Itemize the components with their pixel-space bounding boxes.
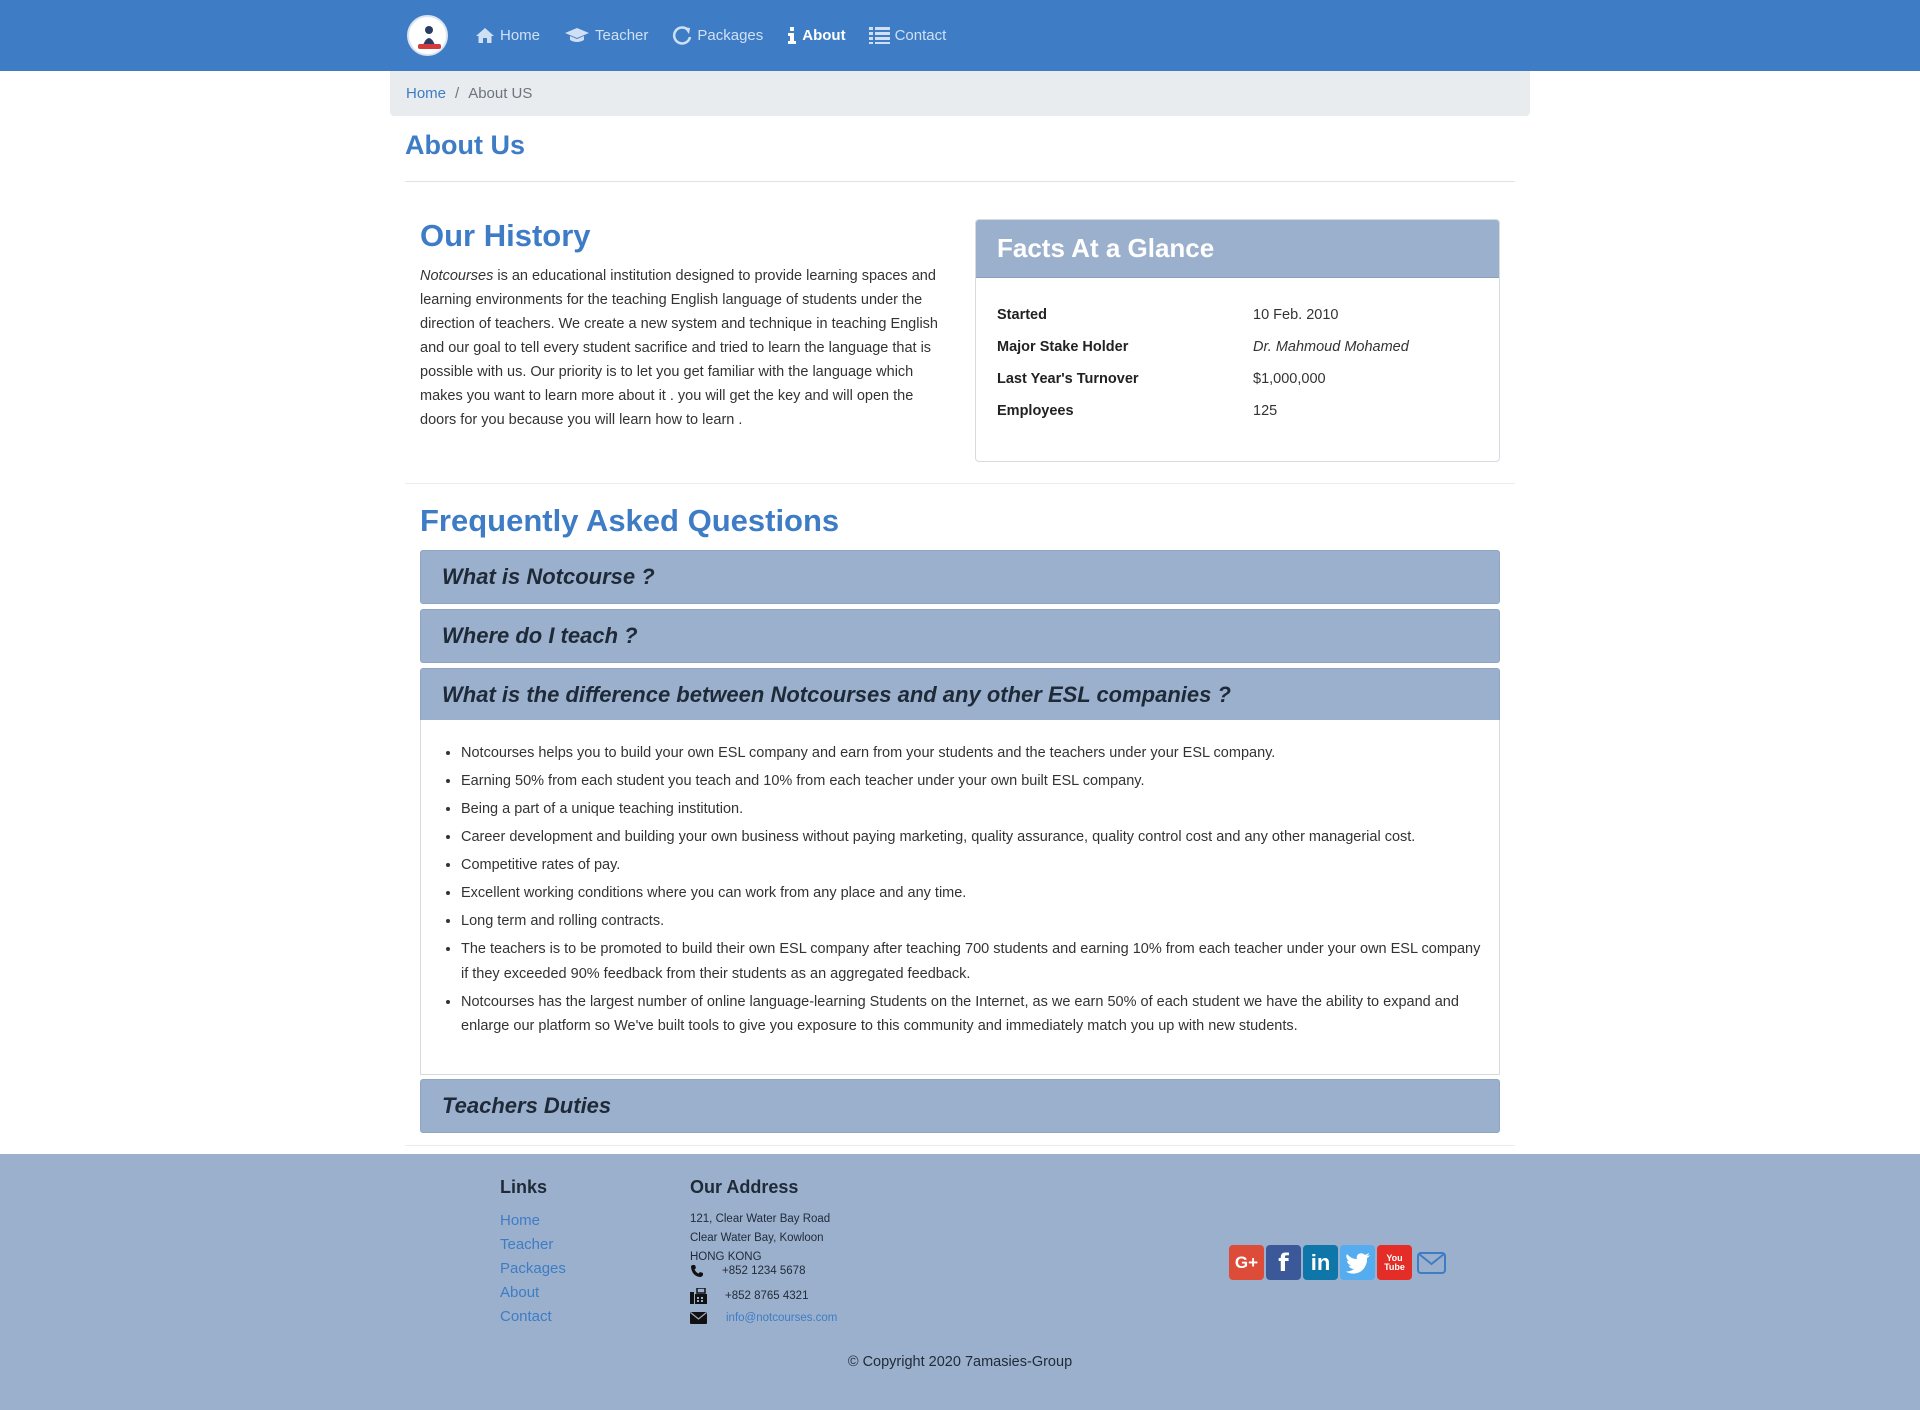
fact-row: Major Stake Holder Dr. Mahmoud Mohamed — [997, 331, 1477, 363]
nav-about[interactable]: About — [786, 26, 846, 46]
fact-label: Major Stake Holder — [997, 339, 1129, 355]
facts-card: Facts At a Glance Started 10 Feb. 2010 M… — [975, 219, 1500, 462]
fax-icon — [690, 1288, 725, 1304]
facts-table: Started 10 Feb. 2010 Major Stake Holder … — [997, 299, 1477, 427]
list-item: Notcourses helps you to build your own E… — [461, 741, 1486, 766]
twitter-icon[interactable] — [1340, 1245, 1375, 1280]
top-navbar: Home Teacher Packages About Contact — [0, 0, 1920, 71]
footer-link-home[interactable]: Home — [500, 1209, 566, 1233]
fact-value: 125 — [1253, 403, 1278, 419]
list-item: Long term and rolling contracts. — [461, 909, 1486, 934]
info-icon — [786, 26, 798, 46]
list-item: Being a part of a unique teaching instit… — [461, 797, 1486, 822]
envelope-icon — [690, 1312, 726, 1324]
list-item: Notcourses has the largest number of onl… — [461, 990, 1486, 1039]
mail-icon[interactable] — [1414, 1245, 1449, 1280]
phone-icon — [690, 1264, 722, 1278]
footer-link-about[interactable]: About — [500, 1281, 566, 1305]
footer-address-title: Our Address — [690, 1177, 799, 1197]
fact-row: Employees 125 — [997, 395, 1477, 427]
breadcrumb: Home / About US — [390, 71, 1530, 116]
nav-teacher[interactable]: Teacher — [563, 26, 648, 46]
youtube-icon[interactable]: You Tube — [1377, 1245, 1412, 1280]
nav-home[interactable]: Home — [474, 26, 540, 46]
faq-question-4[interactable]: Teachers Duties — [420, 1079, 1500, 1133]
footer-link-teacher[interactable]: Teacher — [500, 1233, 566, 1257]
footer-link-packages[interactable]: Packages — [500, 1257, 566, 1281]
fact-label: Last Year's Turnover — [997, 371, 1139, 387]
address-line: 121, Clear Water Bay Road — [690, 1213, 831, 1225]
faq-question-3[interactable]: What is the difference between Notcourse… — [420, 668, 1500, 722]
breadcrumb-current: About US — [468, 85, 533, 102]
fact-row: Last Year's Turnover $1,000,000 — [997, 363, 1477, 395]
breadcrumb-separator: / — [455, 85, 460, 102]
fact-value: $1,000,000 — [1253, 371, 1326, 387]
list-item: Excellent working conditions where you c… — [461, 881, 1486, 906]
history-brand: Notcourses — [420, 268, 494, 284]
page-title: About Us — [405, 130, 525, 160]
fact-value: 10 Feb. 2010 — [1253, 307, 1339, 323]
title-divider — [405, 181, 1515, 182]
home-icon — [474, 26, 496, 46]
footer-email-link[interactable]: info@notcourses.com — [726, 1312, 837, 1324]
faq-answer-list: Notcourses helps you to build your own E… — [461, 741, 1486, 1042]
history-text: Notcourses is an educational institution… — [420, 264, 945, 432]
google-plus-icon[interactable]: G+ — [1229, 1245, 1264, 1280]
fact-label: Started — [997, 307, 1047, 323]
list-icon — [869, 26, 891, 46]
footer-links: Home Teacher Packages About Contact — [500, 1209, 566, 1329]
footer-phone: +852 1234 5678 — [690, 1264, 805, 1278]
history-title: Our History — [420, 218, 591, 253]
fact-value: Dr. Mahmoud Mohamed — [1253, 339, 1409, 355]
list-item: Earning 50% from each student you teach … — [461, 769, 1486, 794]
nav-packages[interactable]: Packages — [671, 25, 763, 46]
breadcrumb-home-link[interactable]: Home — [406, 85, 446, 102]
list-item: The teachers is to be promoted to build … — [461, 937, 1486, 986]
address-line: Clear Water Bay, Kowloon — [690, 1232, 824, 1244]
footer-fax: +852 8765 4321 — [690, 1288, 808, 1304]
history-body: is an educational institution designed t… — [420, 268, 938, 428]
brand-logo[interactable] — [407, 15, 448, 56]
footer-address: 121, Clear Water Bay Road Clear Water Ba… — [690, 1210, 830, 1267]
fact-row: Started 10 Feb. 2010 — [997, 299, 1477, 331]
facts-title: Facts At a Glance — [976, 220, 1499, 278]
copyright: © Copyright 2020 7amasies-Group — [847, 1354, 1073, 1370]
faq-title: Frequently Asked Questions — [420, 503, 840, 538]
linkedin-icon[interactable]: in — [1303, 1245, 1338, 1280]
fact-label: Employees — [997, 403, 1074, 419]
footer-link-contact[interactable]: Contact — [500, 1305, 566, 1329]
graduation-cap-icon — [563, 26, 591, 46]
faq-question-1[interactable]: What is Notcourse ? — [420, 550, 1500, 604]
footer-email: info@notcourses.com — [690, 1312, 837, 1324]
facebook-icon[interactable]: f — [1266, 1245, 1301, 1280]
faq-answer-3: Notcourses helps you to build your own E… — [420, 720, 1500, 1075]
refresh-icon — [671, 25, 693, 46]
footer-links-title: Links — [500, 1177, 548, 1197]
list-item: Competitive rates of pay. — [461, 853, 1486, 878]
faq-question-2[interactable]: Where do I teach ? — [420, 609, 1500, 663]
nav-contact[interactable]: Contact — [869, 26, 946, 46]
section-divider — [405, 483, 1515, 484]
list-item: Career development and building your own… — [461, 825, 1486, 850]
footer: Links Home Teacher Packages About Contac… — [0, 1154, 1920, 1410]
social-links: G+ f in You Tube — [1229, 1245, 1451, 1280]
section-divider — [405, 1145, 1515, 1146]
